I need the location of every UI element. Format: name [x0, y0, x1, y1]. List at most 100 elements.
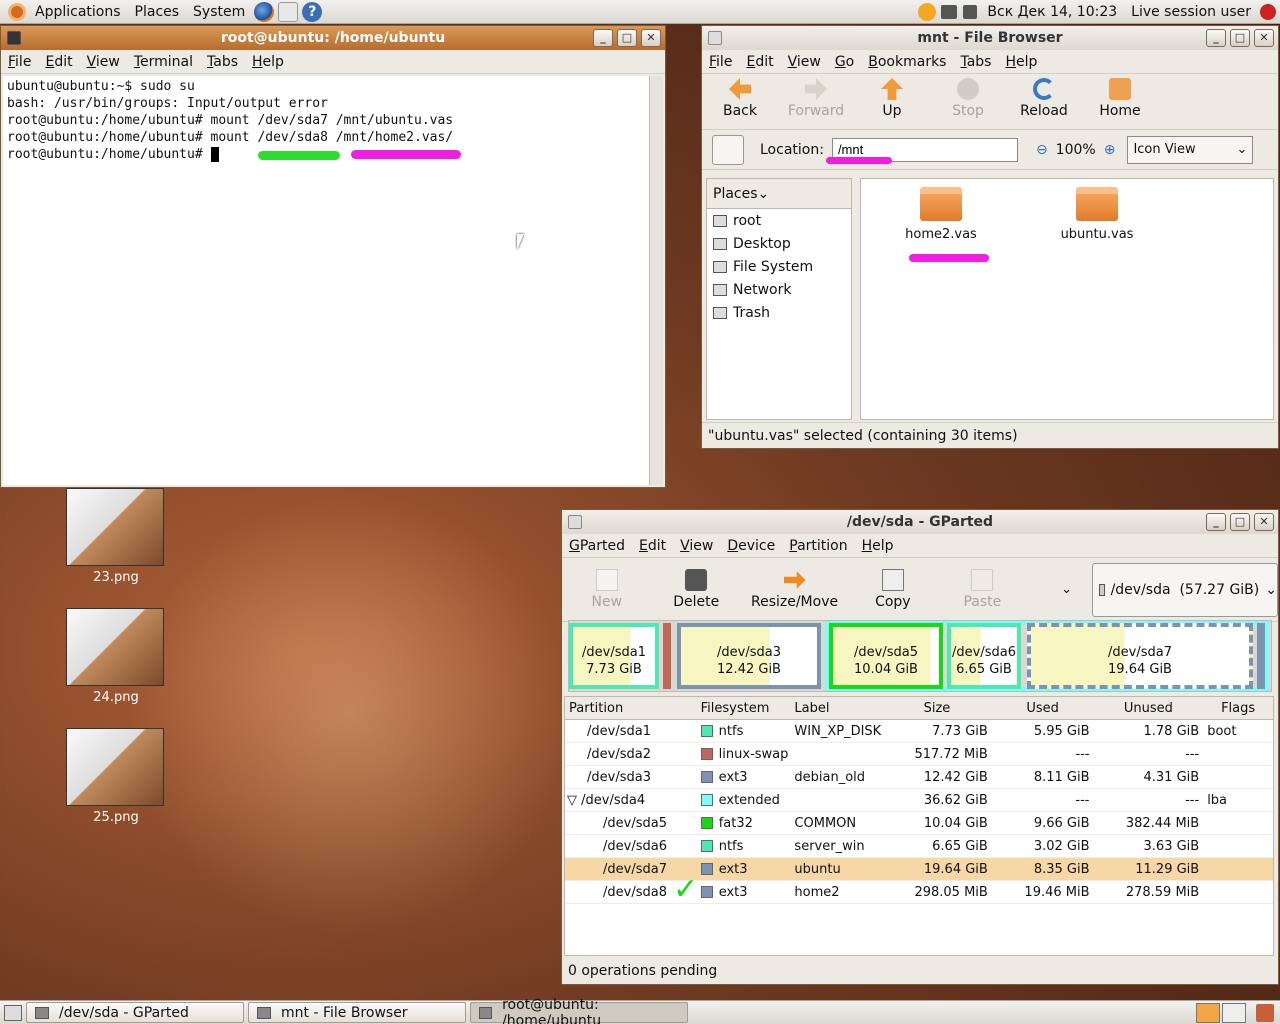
- table-row[interactable]: /dev/sda5 fat32 COMMON 10.04 GiB 9.66 GiB 382…: [565, 812, 1273, 835]
- places-header[interactable]: Places ⌄: [707, 179, 851, 209]
- menu-file[interactable]: File: [1, 54, 38, 70]
- delete-button[interactable]: Delete: [652, 569, 742, 610]
- forward-button[interactable]: Forward: [778, 78, 854, 119]
- menu-help[interactable]: Help: [245, 54, 291, 70]
- mail-icon[interactable]: [278, 1, 299, 22]
- minimize-button[interactable]: _: [1206, 513, 1226, 531]
- table-row[interactable]: /dev/sda1 ntfs WIN_XP_DISK 7.73 GiB 5.95 GiB…: [565, 720, 1273, 743]
- expander-icon[interactable]: ▽: [567, 793, 581, 808]
- file-browser-titlebar[interactable]: mnt - File Browser _ □ ✕: [702, 26, 1278, 50]
- terminal-scrollbar[interactable]: [649, 76, 663, 485]
- session-user[interactable]: Live session user: [1124, 0, 1258, 24]
- places-sidebar: Places ⌄ root Desktop File System Networ…: [706, 178, 852, 420]
- system-menu[interactable]: System: [186, 0, 252, 24]
- place-network[interactable]: Network: [707, 278, 851, 301]
- menu-view[interactable]: View: [80, 54, 127, 70]
- table-row[interactable]: /dev/sda2 linux-swap 517.72 MiB --- ---: [565, 743, 1273, 766]
- map-sda2[interactable]: [663, 623, 671, 689]
- show-desktop-icon[interactable]: [4, 1004, 22, 1021]
- map-sda8[interactable]: [1257, 623, 1265, 689]
- task-terminal[interactable]: root@ubuntu: /home/ubuntu: [470, 997, 688, 1024]
- reload-button[interactable]: Reload: [1006, 78, 1082, 119]
- menu-help[interactable]: Help: [855, 538, 901, 554]
- zoom-out-icon[interactable]: ⊖: [1036, 142, 1048, 158]
- terminal-titlebar[interactable]: root@ubuntu: /home/ubuntu _ □ ✕: [1, 26, 665, 50]
- power-icon[interactable]: [1260, 4, 1276, 20]
- menu-gparted[interactable]: GParted: [562, 538, 632, 554]
- close-button[interactable]: ✕: [1254, 513, 1274, 531]
- menu-go[interactable]: Go: [828, 54, 861, 70]
- table-row[interactable]: /dev/sda7 ext3 ubuntu 19.64 GiB 8.35 GiB 11.2…: [565, 858, 1273, 881]
- menu-file[interactable]: File: [702, 54, 739, 70]
- desktop-file-icon[interactable]: 25.png: [66, 728, 166, 825]
- volume-icon[interactable]: [963, 5, 978, 19]
- view-mode-select[interactable]: Icon View ⌄: [1127, 135, 1254, 164]
- map-sda7[interactable]: /dev/sda7 19.64 GiB: [1027, 623, 1253, 689]
- help-icon[interactable]: ?: [302, 1, 323, 22]
- folder-item[interactable]: ubuntu.vas: [1047, 179, 1147, 242]
- map-sda1[interactable]: /dev/sda1 7.73 GiB: [569, 623, 659, 689]
- clock[interactable]: Вск Дек 14, 10:23: [980, 0, 1124, 24]
- maximize-button[interactable]: □: [617, 29, 637, 47]
- maximize-button[interactable]: □: [1230, 29, 1250, 47]
- fs-color-swatch: [700, 794, 713, 806]
- menu-bookmarks[interactable]: Bookmarks: [861, 54, 953, 70]
- table-row[interactable]: ▽ /dev/sda4 extended 36.62 GiB --- --- lba: [565, 789, 1273, 812]
- map-sda3[interactable]: /dev/sda3 12.42 GiB: [677, 623, 821, 689]
- place-file-system[interactable]: File System: [707, 255, 851, 278]
- menu-view[interactable]: View: [781, 54, 828, 70]
- applications-menu[interactable]: Applications: [28, 0, 128, 24]
- trash-applet-icon[interactable]: [1256, 1004, 1274, 1022]
- maximize-button[interactable]: □: [1230, 513, 1250, 531]
- stop-button[interactable]: Stop: [930, 78, 1006, 119]
- table-row[interactable]: /dev/sda3 ext3 debian_old 12.42 GiB 8.11 GiB…: [565, 766, 1273, 789]
- map-sda6[interactable]: /dev/sda6 6.65 GiB: [947, 623, 1021, 689]
- ubuntu-logo-icon[interactable]: [8, 2, 26, 21]
- desktop-file-icon[interactable]: 23.png: [66, 488, 166, 585]
- up-button[interactable]: Up: [854, 78, 930, 119]
- zoom-in-icon[interactable]: ⊕: [1104, 142, 1116, 158]
- workspace-switcher[interactable]: [1196, 1003, 1246, 1023]
- fs-color-swatch: [700, 863, 713, 875]
- new-button[interactable]: New: [562, 569, 652, 610]
- menu-edit[interactable]: Edit: [632, 538, 673, 554]
- close-button[interactable]: ✕: [641, 29, 661, 47]
- close-button[interactable]: ✕: [1254, 29, 1274, 47]
- task-file-browser[interactable]: mnt - File Browser: [248, 1002, 466, 1023]
- firefox-icon[interactable]: [254, 1, 275, 22]
- map-sda5[interactable]: /dev/sda5 10.04 GiB: [829, 623, 943, 689]
- menu-partition[interactable]: Partition: [782, 538, 854, 554]
- update-notifier-icon[interactable]: [918, 3, 937, 21]
- folder-item[interactable]: home2.vas: [891, 179, 991, 242]
- home-button[interactable]: Home: [1082, 78, 1158, 119]
- file-icon-view[interactable]: home2.vas ubuntu.vas: [860, 178, 1274, 420]
- back-button[interactable]: Back: [702, 78, 778, 119]
- gparted-titlebar[interactable]: /dev/sda - GParted _ □ ✕: [562, 510, 1278, 534]
- table-row[interactable]: /dev/sda8 ext3 home2 298.05 MiB 19.46 MiB 278…: [565, 881, 1273, 904]
- device-select[interactable]: /dev/sda (57.27 GiB) ⌄: [1092, 562, 1278, 617]
- task-gparted[interactable]: /dev/sda - GParted: [26, 1002, 244, 1023]
- minimize-button[interactable]: _: [1206, 29, 1226, 47]
- desktop-file-icon[interactable]: 24.png: [66, 608, 166, 705]
- menu-edit[interactable]: Edit: [38, 54, 79, 70]
- table-row[interactable]: /dev/sda6 ntfs server_win 6.65 GiB 3.02 GiB 3…: [565, 835, 1273, 858]
- menu-tabs[interactable]: Tabs: [200, 54, 245, 70]
- menu-terminal[interactable]: Terminal: [127, 54, 200, 70]
- resize-move-button[interactable]: Resize/Move: [741, 569, 848, 610]
- place-desktop[interactable]: Desktop: [707, 232, 851, 255]
- places-menu[interactable]: Places: [128, 0, 187, 24]
- copy-button[interactable]: Copy: [848, 569, 938, 610]
- menu-device[interactable]: Device: [720, 538, 782, 554]
- menu-view[interactable]: View: [673, 538, 720, 554]
- minimize-button[interactable]: _: [593, 29, 613, 47]
- edit-location-icon[interactable]: [712, 134, 744, 165]
- menu-edit[interactable]: Edit: [739, 54, 780, 70]
- place-trash[interactable]: Trash: [707, 301, 851, 324]
- place-root[interactable]: root: [707, 209, 851, 232]
- menu-help[interactable]: Help: [998, 54, 1044, 70]
- terminal-output[interactable]: ubuntu@ubuntu:~$ sudo su bash: /usr/bin/g…: [3, 76, 649, 485]
- network-icon[interactable]: [941, 5, 958, 19]
- toolbar-overflow-icon[interactable]: ⌄: [1061, 582, 1072, 597]
- paste-button[interactable]: Paste: [938, 569, 1028, 610]
- menu-tabs[interactable]: Tabs: [953, 54, 998, 70]
